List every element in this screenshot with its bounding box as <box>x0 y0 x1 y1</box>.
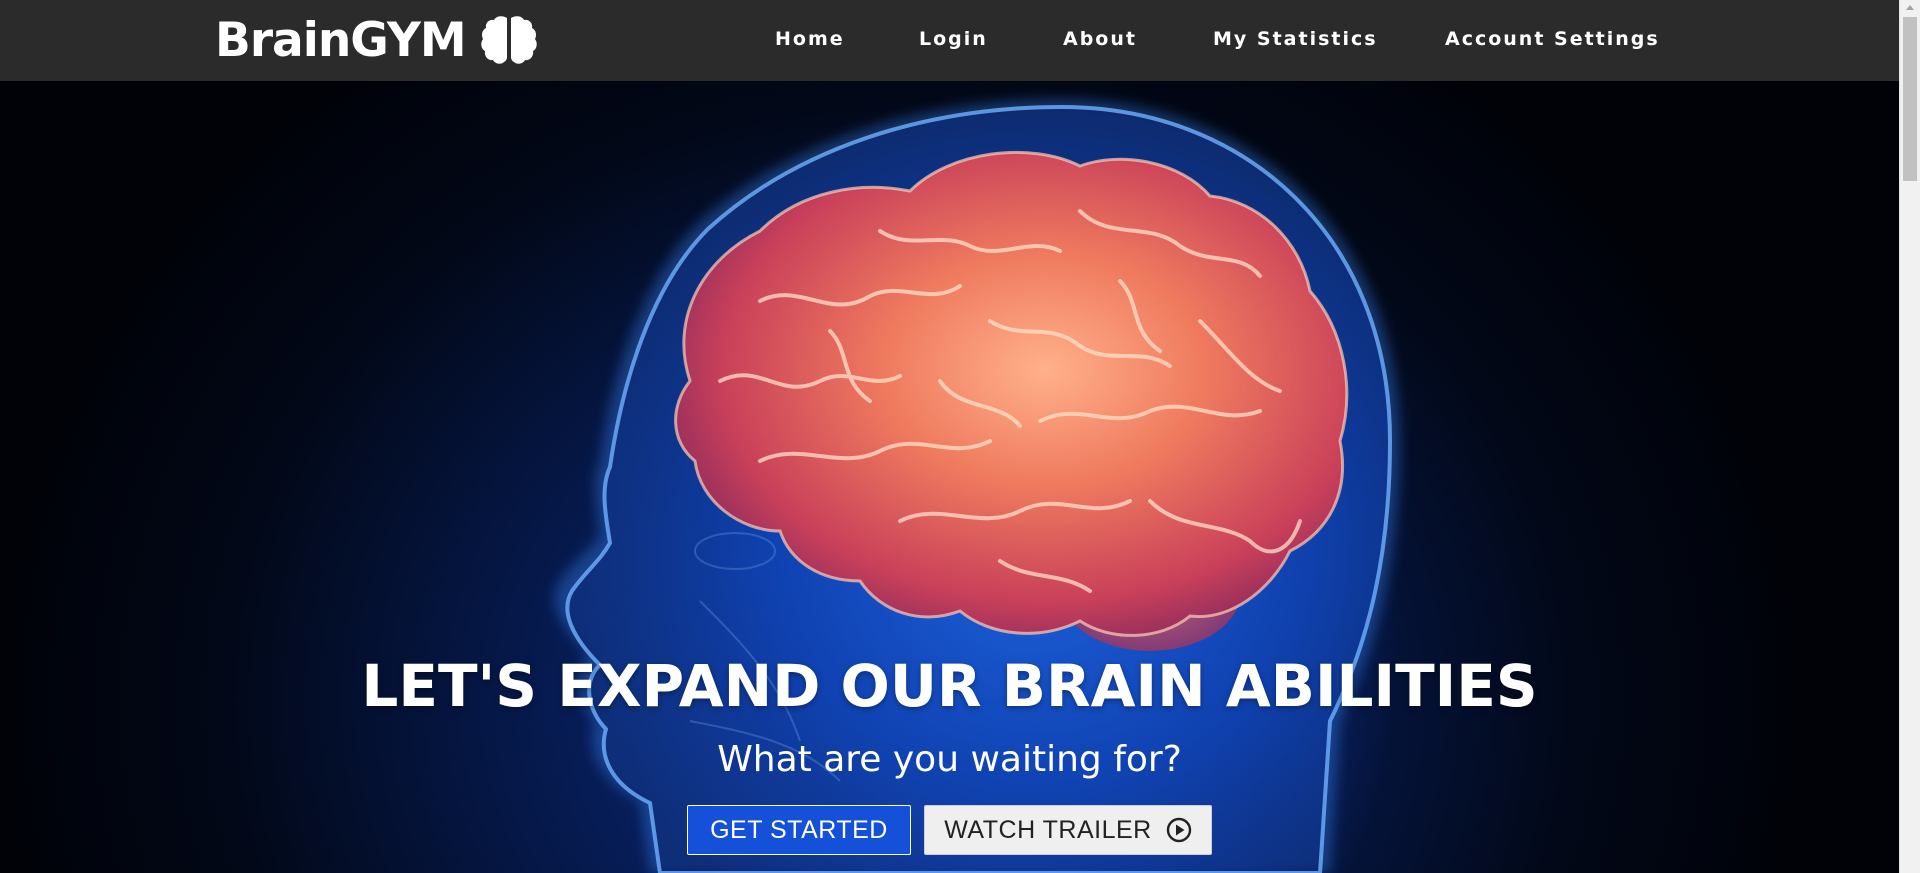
nav-account-settings[interactable]: Account Settings <box>1445 28 1660 50</box>
brain-icon <box>480 16 537 64</box>
watch-trailer-label: WATCH TRAILER <box>944 815 1152 844</box>
nav-home[interactable]: Home <box>775 28 845 50</box>
scroll-up-arrow-icon[interactable] <box>1906 5 1914 10</box>
nav-about[interactable]: About <box>1063 28 1137 50</box>
hero-title: LET'S EXPAND OUR BRAIN ABILITIES <box>361 652 1538 720</box>
top-navbar: BrainGYM Home Login About My Statistics … <box>0 0 1899 81</box>
page: BrainGYM Home Login About My Statistics … <box>0 0 1920 873</box>
vertical-scrollbar[interactable] <box>1899 0 1920 873</box>
brand-logo-link[interactable]: BrainGYM <box>215 9 538 71</box>
nav-my-statistics[interactable]: My Statistics <box>1213 28 1378 50</box>
scroll-thumb[interactable] <box>1903 17 1917 181</box>
nav-login[interactable]: Login <box>919 28 988 50</box>
get-started-button[interactable]: GET STARTED <box>687 805 911 855</box>
hero-subtitle: What are you waiting for? <box>717 739 1182 780</box>
get-started-label: GET STARTED <box>710 815 888 844</box>
play-circle-icon <box>1166 817 1191 843</box>
brand-name: BrainGYM <box>215 12 467 68</box>
watch-trailer-button[interactable]: WATCH TRAILER <box>924 805 1212 855</box>
hero-section: LET'S EXPAND OUR BRAIN ABILITIES What ar… <box>0 81 1899 873</box>
